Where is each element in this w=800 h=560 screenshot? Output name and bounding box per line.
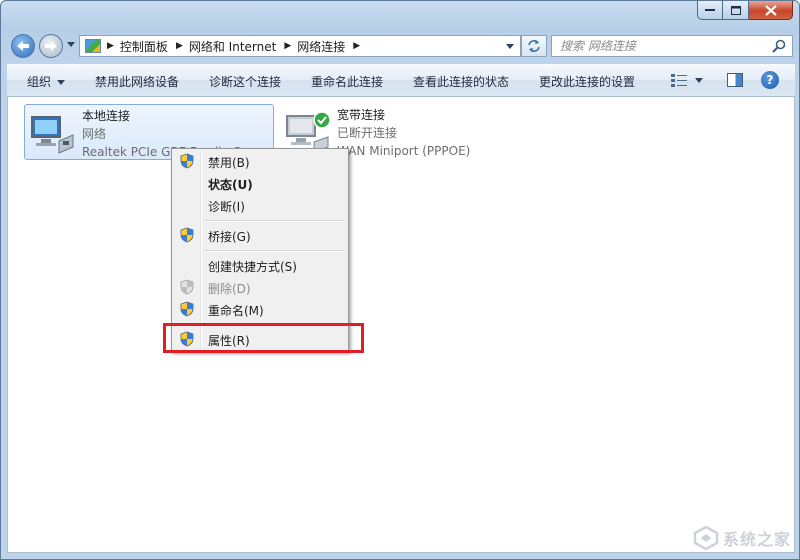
connection-status: 已断开连接 [337, 126, 398, 140]
menu-item-label: 删除(D) [208, 282, 251, 296]
explorer-window: ▶ 控制面板 ▶ 网络和 Internet ▶ 网络连接 ▶ 组织 禁 [0, 0, 800, 560]
breadcrumb-control-panel[interactable]: 控制面板 [120, 38, 168, 55]
menu-item-label: 创建快捷方式(S) [208, 260, 297, 274]
view-status-button[interactable]: 查看此连接的状态 [413, 73, 509, 90]
back-button[interactable] [11, 34, 35, 58]
uac-shield-icon [180, 227, 194, 243]
minimize-button[interactable] [697, 1, 723, 20]
connection-details: 宽带连接 已断开连接 WAN Miniport (PPPOE) [337, 106, 470, 160]
diagnose-connection-button[interactable]: 诊断这个连接 [209, 73, 281, 90]
menu-separator [204, 220, 344, 222]
chevron-right-icon[interactable]: ▶ [176, 41, 183, 51]
refresh-icon [528, 40, 540, 52]
menu-item-label: 禁用(B) [208, 156, 250, 170]
highlight-annotation [163, 323, 364, 353]
watermark-logo-icon [693, 525, 719, 551]
watermark-text: 系统之家 [722, 530, 791, 549]
watermark: 系统之家 [693, 525, 791, 551]
connection-name: 本地连接 [82, 109, 131, 123]
menu-item-delete: 删除(D) [174, 277, 346, 297]
menu-item-create-shortcut[interactable]: 创建快捷方式(S) [174, 255, 346, 275]
maximize-icon [730, 5, 741, 15]
menu-item-label: 重命名(M) [208, 304, 264, 318]
change-settings-button[interactable]: 更改此连接的设置 [539, 73, 635, 90]
chevron-right-icon[interactable]: ▶ [353, 41, 360, 51]
context-menu: 禁用(B) 状态(U) 诊断(I) 桥接(G) 创建快捷方式(S) 删除(D) … [171, 148, 349, 352]
menu-item-status[interactable]: 状态(U) [174, 173, 346, 193]
arrow-left-icon [17, 41, 29, 51]
menu-item-disable[interactable]: 禁用(B) [174, 151, 346, 171]
menu-separator [204, 250, 344, 252]
search-input[interactable] [552, 36, 770, 56]
organize-button[interactable]: 组织 [27, 73, 65, 90]
command-bar: 组织 禁用此网络设备 诊断这个连接 重命名此连接 查看此连接的状态 更改此连接的… [7, 63, 795, 97]
maximize-button[interactable] [723, 1, 749, 20]
minimize-icon [705, 9, 715, 11]
menu-item-diagnose[interactable]: 诊断(I) [174, 195, 346, 215]
view-options-icon [671, 74, 687, 87]
menu-item-rename[interactable]: 重命名(M) [174, 299, 346, 319]
breadcrumb-network-connections[interactable]: 网络连接 [297, 38, 345, 55]
arrow-right-icon [45, 41, 57, 51]
recent-pages-dropdown[interactable] [67, 42, 75, 47]
uac-shield-icon [180, 153, 194, 169]
view-options-dropdown[interactable] [695, 78, 703, 83]
close-button[interactable] [749, 1, 793, 20]
address-bar[interactable]: ▶ 控制面板 ▶ 网络和 Internet ▶ 网络连接 ▶ [79, 35, 521, 57]
chevron-right-icon[interactable]: ▶ [284, 41, 291, 51]
network-adapter-icon [31, 116, 74, 154]
refresh-button[interactable] [521, 35, 547, 57]
change-view-button[interactable] [671, 73, 687, 87]
search-icon[interactable] [770, 37, 788, 55]
menu-item-label: 诊断(I) [208, 200, 245, 214]
uac-shield-icon [180, 301, 194, 317]
disable-device-button[interactable]: 禁用此网络设备 [95, 73, 179, 90]
breadcrumb-network-internet[interactable]: 网络和 Internet [189, 38, 276, 55]
help-button[interactable]: ? [761, 71, 779, 89]
chevron-right-icon[interactable]: ▶ [107, 41, 114, 51]
connection-status: 网络 [82, 127, 107, 141]
navigation-row: ▶ 控制面板 ▶ 网络和 Internet ▶ 网络连接 ▶ [9, 32, 793, 60]
menu-item-label: 桥接(G) [208, 230, 251, 244]
forward-button[interactable] [39, 34, 63, 58]
search-box[interactable] [551, 35, 793, 57]
chevron-down-icon [506, 43, 514, 49]
connections-list: 本地连接 网络 Realtek PCIe GBE Family C 宽带连接 已… [7, 97, 795, 553]
caption-buttons [697, 1, 793, 20]
control-panel-icon [85, 39, 101, 53]
menu-item-bridge[interactable]: 桥接(G) [174, 225, 346, 245]
close-icon [764, 4, 777, 16]
uac-shield-icon [180, 279, 194, 295]
connection-name: 宽带连接 [337, 108, 386, 122]
menu-item-label: 状态(U) [208, 178, 253, 192]
preview-pane-button[interactable] [727, 73, 743, 87]
address-history-dropdown[interactable] [500, 36, 520, 56]
rename-connection-button[interactable]: 重命名此连接 [311, 73, 383, 90]
connection-device: WAN Miniport (PPPOE) [337, 144, 471, 158]
